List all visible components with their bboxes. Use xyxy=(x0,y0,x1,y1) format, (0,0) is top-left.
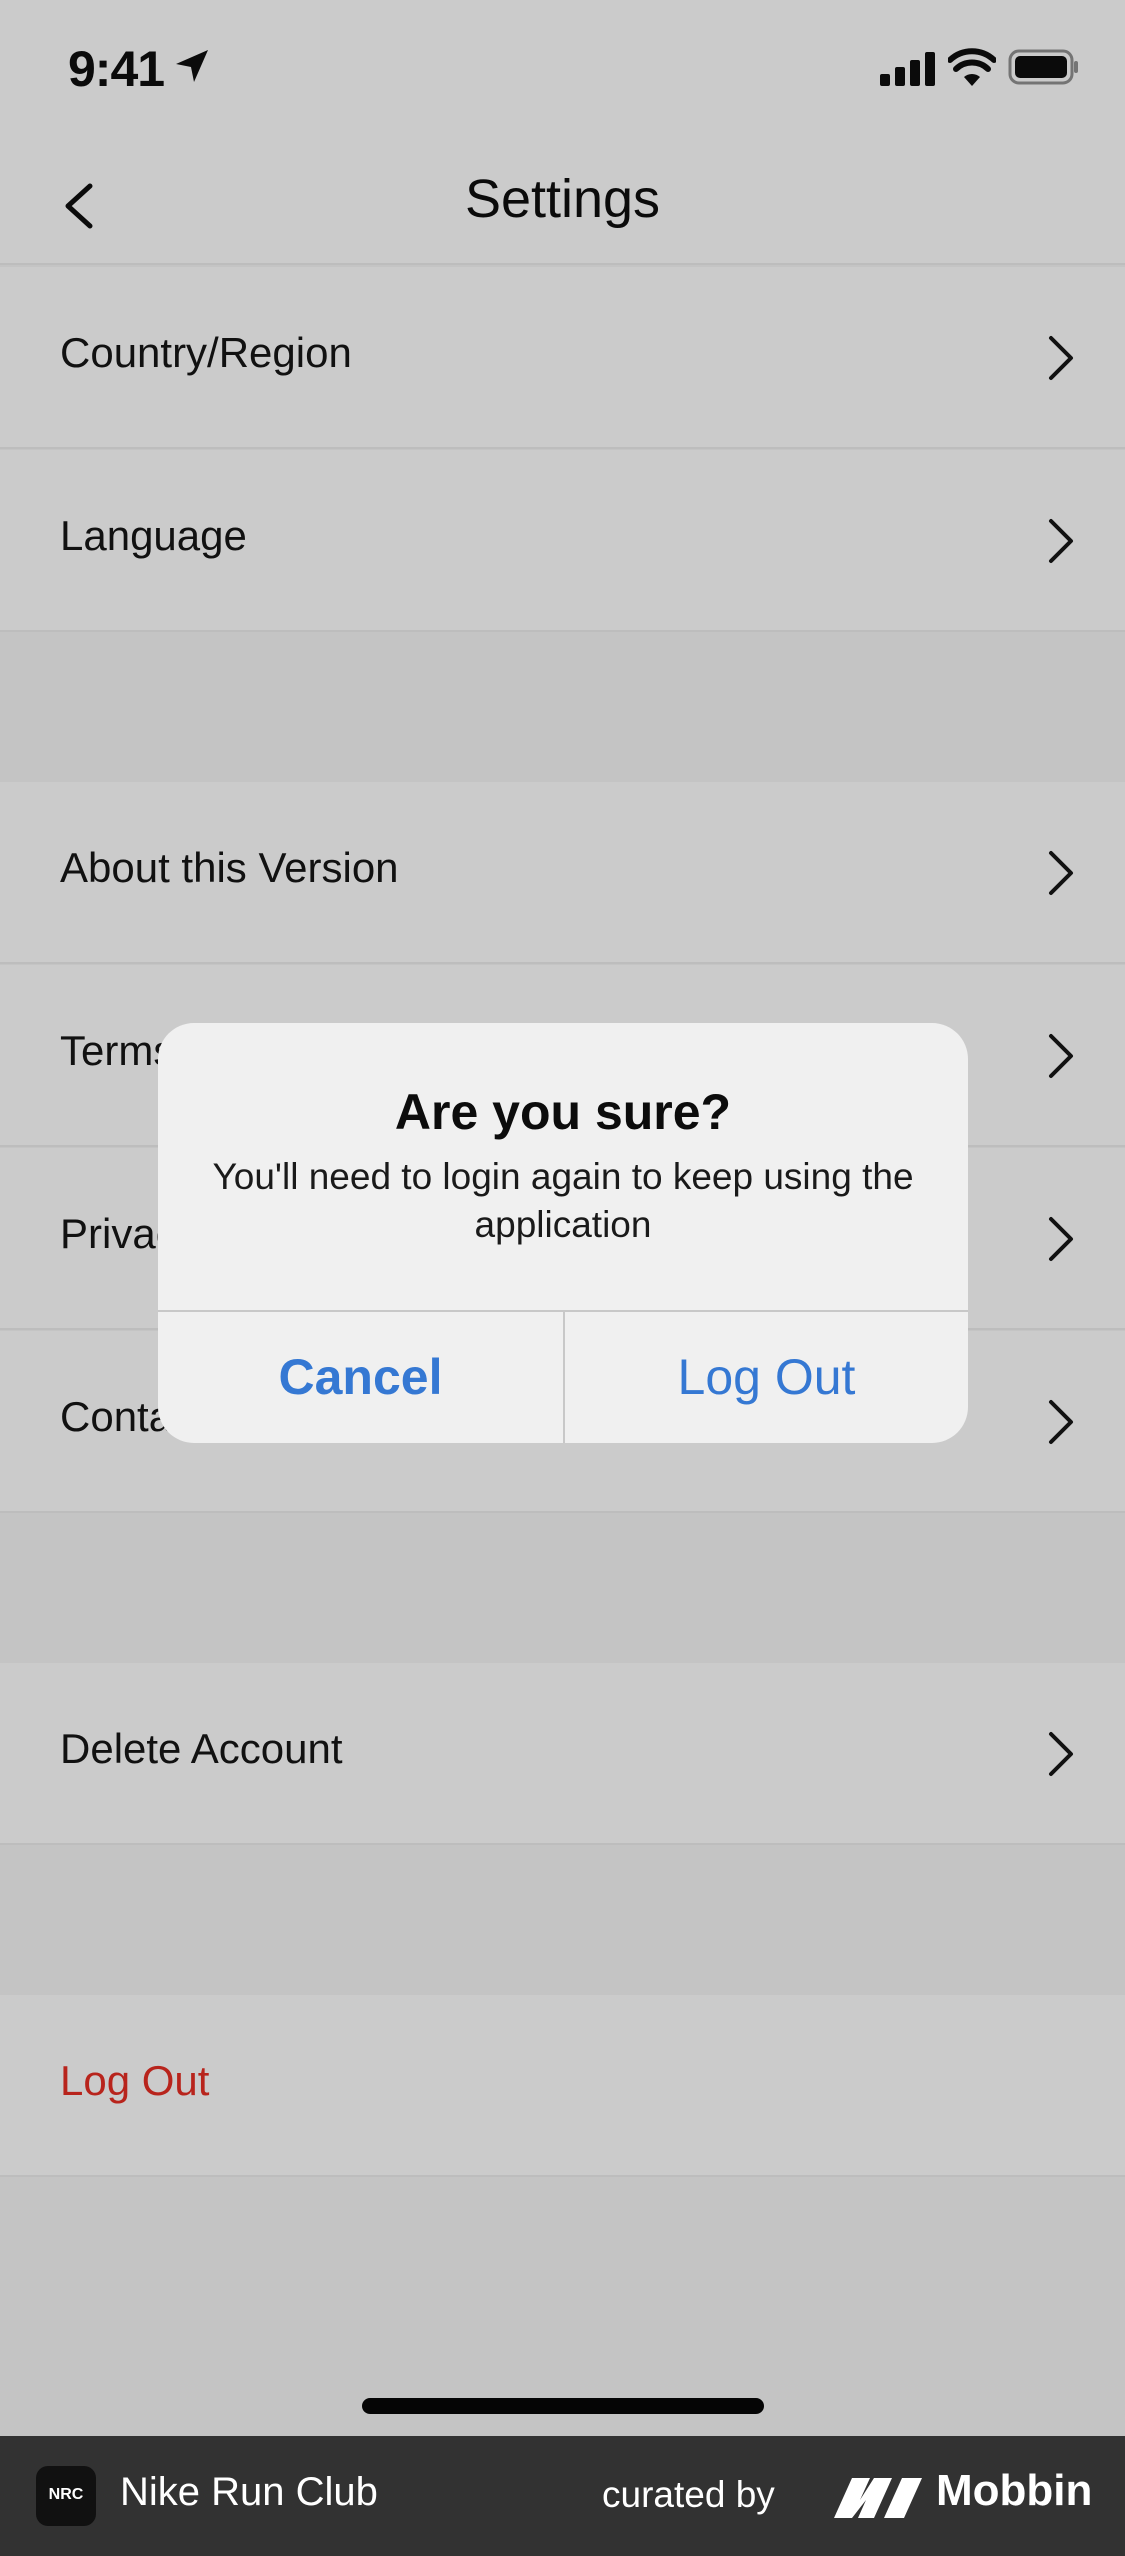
row-label: Conta xyxy=(60,1393,173,1440)
dialog-title: Are you sure? xyxy=(394,1084,732,1140)
section-separator xyxy=(0,1847,1125,1995)
row-label: Language xyxy=(60,512,247,559)
app-logo-text: NRC xyxy=(48,2486,84,2503)
nav-header: Settings xyxy=(0,140,1125,265)
log-out-button[interactable]: Log Out xyxy=(563,1312,968,1443)
chevron-right-icon xyxy=(1049,519,1073,563)
settings-row-language[interactable]: Language xyxy=(0,450,1125,632)
home-indicator[interactable] xyxy=(362,2398,764,2414)
settings-row-country-region[interactable]: Country/Region xyxy=(0,267,1125,449)
page-title: Settings xyxy=(464,169,661,229)
row-label: About this Version xyxy=(60,844,399,891)
dialog-message: You'll need to login again to keep using… xyxy=(212,1156,914,1245)
section-separator xyxy=(0,1515,1125,1663)
app-name: Nike Run Club xyxy=(120,2470,378,2514)
wifi-icon xyxy=(948,48,996,86)
attribution-banner: NRC Nike Run Club curated by Mobbin xyxy=(0,2436,1125,2556)
chevron-right-icon xyxy=(1049,1217,1073,1261)
chevron-right-icon xyxy=(1049,1732,1073,1776)
row-label: Country/Region xyxy=(60,329,352,376)
status-time: 9:41 xyxy=(68,41,165,97)
status-bar: 9:41 xyxy=(0,0,1125,140)
mobbin-logo-icon xyxy=(834,2478,922,2518)
settings-row-log-out[interactable]: Log Out xyxy=(0,1995,1125,2177)
dialog-actions: Cancel Log Out xyxy=(158,1310,968,1443)
cancel-button[interactable]: Cancel xyxy=(158,1312,563,1443)
logout-confirm-dialog: Are you sure? You'll need to login again… xyxy=(158,1023,968,1443)
log-out-label: Log Out xyxy=(60,2057,210,2104)
battery-icon xyxy=(1008,49,1078,85)
chevron-right-icon xyxy=(1049,1400,1073,1444)
location-arrow-icon xyxy=(176,50,208,82)
mobbin-brand: Mobbin xyxy=(936,2466,1093,2515)
section-separator xyxy=(0,634,1125,782)
chevron-right-icon xyxy=(1049,336,1073,380)
settings-row-about-version[interactable]: About this Version xyxy=(0,782,1125,964)
signal-icon xyxy=(880,52,935,86)
curated-by-text: curated by xyxy=(602,2474,775,2515)
settings-row-delete-account[interactable]: Delete Account xyxy=(0,1663,1125,1845)
chevron-right-icon xyxy=(1049,1034,1073,1078)
app-logo: NRC xyxy=(36,2466,96,2526)
chevron-right-icon xyxy=(1049,851,1073,895)
row-label: Delete Account xyxy=(60,1725,343,1772)
